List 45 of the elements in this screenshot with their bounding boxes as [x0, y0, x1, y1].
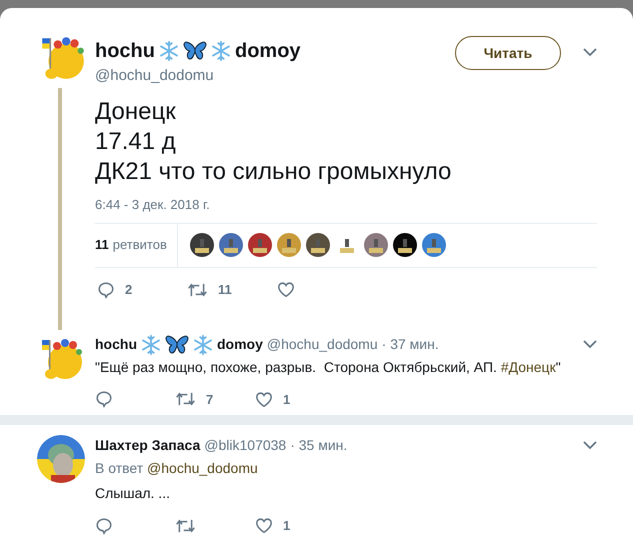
- follow-button[interactable]: Читать: [455, 36, 561, 70]
- snowflake-icon: [192, 334, 214, 356]
- user-name: domoy: [235, 39, 301, 64]
- user-handle[interactable]: @blik107038: [204, 435, 286, 456]
- snowflake-icon: [140, 334, 162, 356]
- post-time[interactable]: · 37 мин.: [382, 334, 439, 355]
- tweet-text: Донецк: [95, 96, 177, 126]
- user-name: Шахтер Запаса: [95, 436, 200, 455]
- heart-icon[interactable]: [277, 281, 295, 298]
- post-time[interactable]: · 35 мин.: [290, 435, 348, 456]
- user-name: hochu: [95, 39, 155, 64]
- heart-icon[interactable]: [255, 390, 273, 408]
- snowflake-icon: [158, 40, 180, 62]
- retweet-count[interactable]: 11: [95, 235, 109, 255]
- butterfly-icon: [183, 40, 207, 62]
- snowflake-icon: [210, 40, 232, 62]
- user-name: hochu: [95, 335, 137, 354]
- retweet-label[interactable]: ретвитов: [112, 235, 167, 255]
- heart-icon[interactable]: [255, 517, 273, 534]
- tweet-text: 17.41 д: [95, 126, 177, 156]
- speech-bubble-icon[interactable]: [97, 280, 115, 298]
- chevron-down-icon: [583, 48, 597, 57]
- hashtag-link[interactable]: #Донецк: [500, 358, 556, 374]
- action-count: 1: [283, 517, 290, 535]
- tweet-text: ДК21 что то сильно громыхнуло: [95, 156, 452, 186]
- user-handle[interactable]: @hochu_dodomu: [95, 65, 301, 88]
- retweet-icon[interactable]: [175, 391, 196, 408]
- speech-bubble-icon[interactable]: [95, 390, 113, 408]
- speech-bubble-icon[interactable]: [95, 516, 113, 535]
- action-count: 7: [206, 390, 214, 408]
- mention-link[interactable]: @hochu_dodomu: [147, 460, 258, 476]
- user-name: domoy: [217, 335, 263, 354]
- reply-to-text: В ответ @hochu_dodomu: [95, 459, 259, 478]
- action-count: 2: [125, 280, 132, 299]
- user-handle[interactable]: @hochu_dodomu: [266, 334, 378, 355]
- retweet-icon[interactable]: [187, 282, 208, 298]
- butterfly-icon: [165, 334, 189, 356]
- timestamp[interactable]: 6:44 - 3 дек. 2018 г.: [95, 194, 597, 214]
- action-count: 1: [283, 390, 290, 408]
- retweet-icon[interactable]: [175, 518, 196, 534]
- tweet-text: Слышал. ...: [95, 484, 171, 503]
- action-count: 11: [218, 280, 232, 299]
- chevron-down-icon: [583, 340, 597, 349]
- chevron-down-icon: [583, 441, 597, 450]
- tweet-text: "Ещё раз мощно, похоже, разрыв. Сторона Октябрьский, АП. #Донецк": [95, 358, 562, 377]
